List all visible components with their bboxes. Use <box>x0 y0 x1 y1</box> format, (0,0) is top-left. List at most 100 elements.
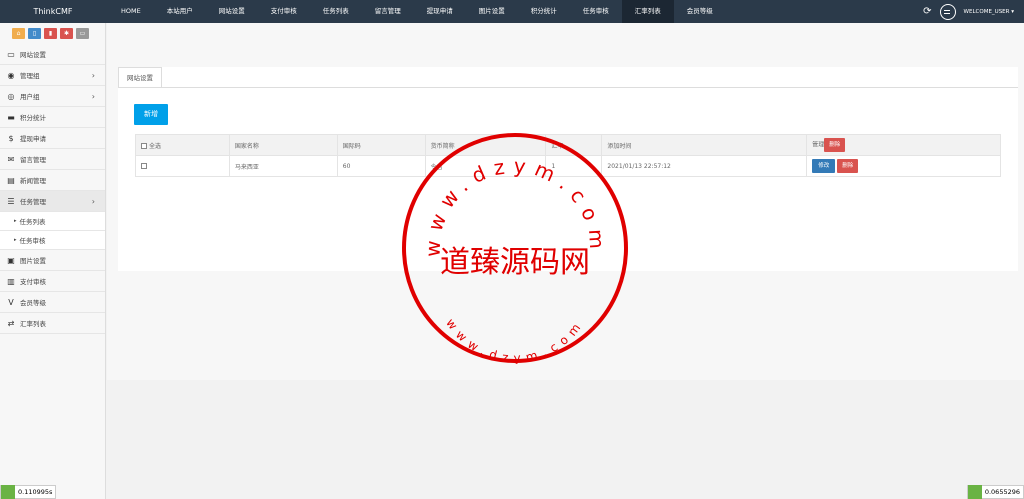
sidebar-item[interactable]: ◉ 管理组 › <box>0 65 105 86</box>
country-header: 国家名称 <box>228 134 338 156</box>
nav-item[interactable]: 任务列表 <box>310 0 362 23</box>
sidebar: ⌂ ▯ ▮ ✱ ▭ ▭ 网站设置 ◉ 管理组 › ◎ 用户组 › ▬ 积分统计 $ 提现申请 ✉ 留言管理 ▤ 新闻管… <box>0 23 106 499</box>
file-icon[interactable]: ▯ <box>28 28 41 39</box>
caret-right-icon: ▸ <box>14 218 17 224</box>
nav-item[interactable]: 图片设置 <box>466 0 518 23</box>
caret-right-icon: ▸ <box>14 237 17 243</box>
chevron-right-icon: › <box>91 196 95 206</box>
sidebar-subitem[interactable]: ▸ 任务列表 <box>0 212 105 231</box>
nav-item[interactable]: 提现申请 <box>414 0 466 23</box>
nav-item[interactable]: 积分统计 <box>518 0 570 23</box>
sidebar-item[interactable]: $ 提现申请 <box>0 128 105 149</box>
sidebar-item-label: 管理组 <box>20 72 40 80</box>
main-nav: HOME 本站用户 网站设置 支付审核 任务列表 留言管理 提现申请 图片设置 积分统计 任务审核… <box>108 0 726 23</box>
sidebar-item[interactable]: ▥ 支付审核 <box>0 271 105 292</box>
thinkphp-logo-icon[interactable] <box>967 485 982 499</box>
sidebar-item-label: 会员等级 <box>20 299 46 307</box>
debug-time-left: 0.110995s <box>0 485 57 499</box>
user-menu[interactable]: WELCOME_USER ▾ <box>964 9 1014 15</box>
gear-icon[interactable]: ✱ <box>60 28 73 39</box>
image-icon: ▣ <box>7 255 15 265</box>
sidebar-item[interactable]: ▤ 新闻管理 <box>0 170 105 191</box>
sidebar-subitem[interactable]: ▸ 任务审核 <box>0 231 105 250</box>
shortcut-buttons: ⌂ ▯ ▮ ✱ ▭ <box>0 23 105 44</box>
chevron-right-icon: › <box>91 70 95 80</box>
edit-button[interactable]: 修改 <box>812 159 836 173</box>
sidebar-item[interactable]: ▣ 图片设置 <box>0 250 105 271</box>
window-icon[interactable]: ▭ <box>76 28 89 39</box>
sidebar-item-label: 用户组 <box>20 93 40 101</box>
sidebar-item-label: 汇率列表 <box>20 320 46 328</box>
nav-item[interactable]: 支付审核 <box>258 0 310 23</box>
nav-item[interactable]: 任务审核 <box>570 0 622 23</box>
home-icon[interactable]: ⌂ <box>12 28 25 39</box>
sidebar-menu: ▭ 网站设置 ◉ 管理组 › ◎ 用户组 › ▬ 积分统计 $ 提现申请 ✉ 留言管理 ▤ 新闻管理 ☰ 任务管理… <box>0 44 105 334</box>
sidebar-item-label: 图片设置 <box>20 257 46 265</box>
manage-header: 管理 删除 <box>806 134 1001 156</box>
nav-item[interactable]: 留言管理 <box>362 0 414 23</box>
manage-label: 管理 <box>812 141 825 149</box>
delete-button[interactable]: 删除 <box>837 159 859 173</box>
nav-item[interactable]: 汇率列表 <box>621 0 674 23</box>
sidebar-item-label: 新闻管理 <box>20 177 46 185</box>
exchange-icon: ⇄ <box>7 318 15 328</box>
sidebar-item[interactable]: ◎ 用户组 › <box>0 86 105 107</box>
select-all-header[interactable]: 全选 <box>135 134 230 156</box>
sidebar-item-label: 支付审核 <box>20 278 46 286</box>
newspaper-icon: ▤ <box>7 175 15 185</box>
tab-site-settings[interactable]: 网站设置 <box>118 67 162 87</box>
sidebar-item-label: 任务管理 <box>20 198 46 206</box>
debug-time-value: 0.0655296 <box>984 488 1020 496</box>
sidebar-item[interactable]: V 会员等级 <box>0 292 105 313</box>
debug-time-value: 0.110995s <box>18 488 53 496</box>
manage-cell: 修改 删除 <box>806 155 1001 177</box>
dollar-icon: $ <box>8 133 14 143</box>
sidebar-item-label: 提现申请 <box>20 135 46 143</box>
watermark-top-text: www.dzym.com <box>421 153 610 257</box>
sidebar-item[interactable]: ⇄ 汇率列表 <box>0 313 105 334</box>
watermark-bottom-text: www.dzym.com <box>443 316 587 364</box>
nav-item[interactable]: HOME <box>108 0 154 23</box>
chevron-right-icon: › <box>91 91 95 101</box>
add-button[interactable]: 新增 <box>134 104 168 125</box>
content-header-strip <box>107 23 1024 55</box>
tasks-icon: ☰ <box>7 196 15 206</box>
debug-time-right: 0.0655296 <box>966 485 1024 499</box>
avatar-icon[interactable] <box>939 3 956 20</box>
select-all-label: 全选 <box>149 142 162 150</box>
refresh-icon[interactable]: ⟳ <box>923 6 931 17</box>
nav-item[interactable]: 会员等级 <box>674 0 726 23</box>
nav-item[interactable]: 本站用户 <box>154 0 206 23</box>
id-card-icon: ▥ <box>7 276 15 286</box>
sidebar-item-label: 留言管理 <box>20 156 46 164</box>
watermark-center-text: 道臻源码网 <box>440 245 590 280</box>
added-time-cell: 2021/01/13 22:57:12 <box>601 155 808 177</box>
envelope-icon: ✉ <box>7 154 15 164</box>
sidebar-item[interactable]: ▬ 积分统计 <box>0 107 105 128</box>
added-time-header: 添加时间 <box>601 134 808 156</box>
row-select-cell[interactable] <box>135 155 230 177</box>
user-circle-icon: ◉ <box>7 70 15 80</box>
thinkphp-logo-icon[interactable] <box>1 485 15 499</box>
sidebar-item-label: 网站设置 <box>20 51 46 59</box>
visa-icon: ▬ <box>7 112 15 122</box>
sidebar-item[interactable]: ▭ 网站设置 <box>0 44 105 65</box>
vine-icon: V <box>8 297 14 307</box>
nav-item[interactable]: 网站设置 <box>206 0 258 23</box>
watermark-stamp: www.dzym.com 道臻源码网 www.dzym.com <box>402 133 628 364</box>
user-icon: ◎ <box>7 91 15 101</box>
bulk-delete-button[interactable]: 删除 <box>824 138 846 152</box>
sidebar-subitem-label: 任务审核 <box>19 237 46 245</box>
top-right-area: ⟳ WELCOME_USER ▾ <box>923 0 1014 23</box>
sidebar-item-label: 积分统计 <box>20 114 46 122</box>
trash-icon[interactable]: ▮ <box>44 28 57 39</box>
sidebar-item[interactable]: ✉ 留言管理 <box>0 149 105 170</box>
brand-logo[interactable]: ThinkCMF <box>0 0 106 23</box>
row-checkbox[interactable] <box>141 163 147 169</box>
monitor-icon: ▭ <box>7 49 15 59</box>
country-cell: 马来西亚 <box>228 155 338 177</box>
sidebar-item[interactable]: ☰ 任务管理 › <box>0 191 105 212</box>
select-all-checkbox[interactable] <box>141 143 147 149</box>
tab-divider <box>118 87 1018 88</box>
top-navbar: ThinkCMF HOME 本站用户 网站设置 支付审核 任务列表 留言管理 提现申请 图片设… <box>0 0 1024 23</box>
